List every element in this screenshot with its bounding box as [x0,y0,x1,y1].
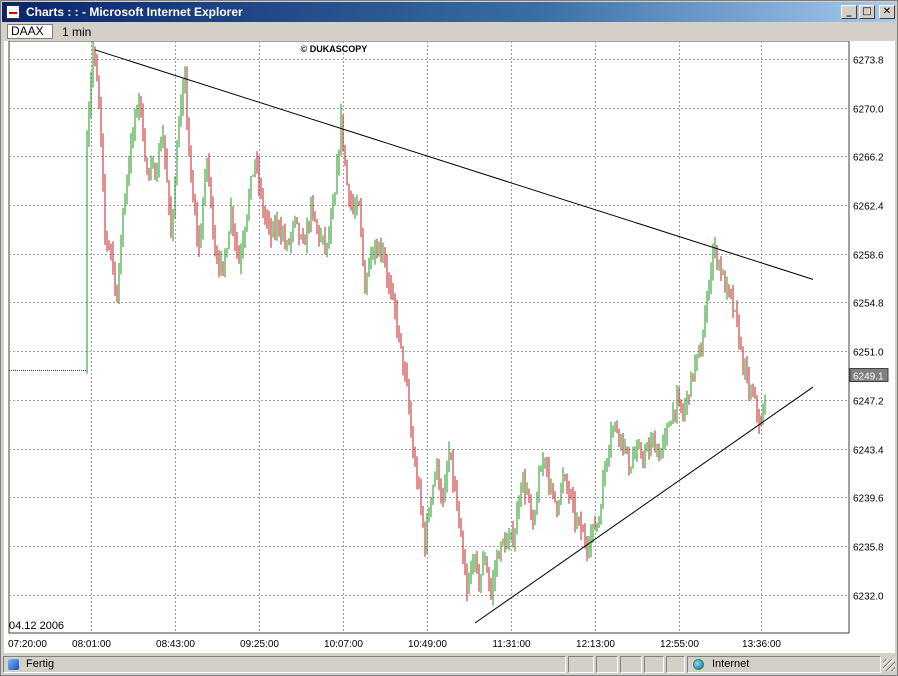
x-tick-label: 08:01:00 [72,639,111,650]
y-tick-label: 6262.4 [853,202,884,213]
last-price-label: 6249.1 [853,372,884,383]
y-tick-label: 6258.6 [853,251,884,262]
x-tick-label: 13:36:00 [742,639,781,650]
resize-grip-icon[interactable] [883,659,895,671]
status-text-panel: Fertig [3,656,566,673]
x-tick-label: 10:49:00 [408,639,447,650]
y-tick-label: 6247.2 [853,397,884,408]
y-tick-label: 6270.0 [853,105,884,116]
price-chart[interactable]: 6273.8 6270.0 6266.2 6262.4 6258.6 6254.8 6251… [4,41,895,653]
window-title: Charts : : - Microsoft Internet Explorer [26,5,243,19]
maximize-button[interactable]: □ [859,5,875,19]
y-tick-label: 6254.8 [853,299,884,310]
status-panel-3 [620,656,642,673]
ie-page-icon [6,5,20,19]
status-text: Fertig [26,658,55,670]
status-bar: Fertig Internet [2,654,896,675]
period-label[interactable]: 1 min [62,25,91,39]
trend-line [474,386,814,624]
trend-line [94,49,814,280]
minimize-button[interactable]: _ [841,5,857,19]
y-tick-label: 6239.6 [853,494,884,505]
watermark: © DUKASCOPY [301,44,368,54]
chart-date-label: 04.12 2006 [9,620,65,632]
status-panel-2 [596,656,618,673]
y-tick-label: 6243.4 [853,446,884,457]
x-tick-label: 07:20:00 [8,639,47,650]
y-tick-label: 6251.0 [853,348,884,359]
status-panel-5 [666,656,685,673]
security-zone-panel: Internet [687,656,881,673]
status-panel-4 [644,656,664,673]
x-tick-label: 09:25:00 [240,639,279,650]
x-tick-label: 12:13:00 [576,639,615,650]
x-tick-label: 12:55:00 [660,639,699,650]
close-button[interactable]: ✕ [879,5,895,19]
page-status-icon [8,659,19,670]
symbol-field[interactable]: DAAX [7,24,53,39]
status-panel-progress [568,656,594,673]
globe-icon [693,659,704,670]
y-tick-label: 6235.8 [853,543,884,554]
y-tick-label: 6266.2 [853,153,884,164]
chart-area[interactable]: 6273.8 6270.0 6266.2 6262.4 6258.6 6254.8 6251… [4,41,895,653]
title-bar[interactable]: Charts : : - Microsoft Internet Explorer… [2,2,896,22]
chart-toolbar: DAAX 1 min [4,24,895,40]
browser-window: Charts : : - Microsoft Internet Explorer… [0,0,898,676]
x-tick-label: 08:43:00 [156,639,195,650]
security-zone-label: Internet [712,658,750,670]
y-tick-label: 6232.0 [853,592,884,603]
x-tick-label: 11:31:00 [492,639,531,650]
y-tick-label: 6273.8 [853,56,884,67]
x-tick-label: 10:07:00 [324,639,363,650]
